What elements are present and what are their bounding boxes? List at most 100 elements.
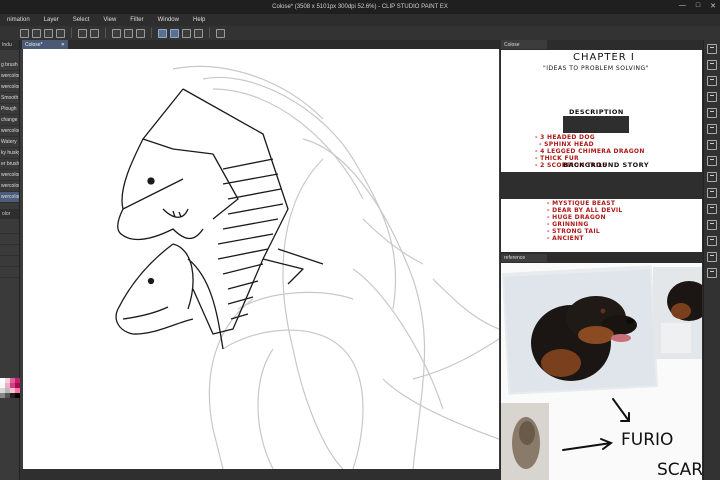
color-swatches (0, 378, 20, 418)
sketch-drawing (115, 65, 499, 469)
chapter-subtitle: "IDEAS TO PROBLEM SOLVING" (543, 65, 649, 72)
save-icon[interactable] (44, 28, 53, 38)
description-item: - 3 HEADED DOG (535, 134, 595, 141)
transform-icon[interactable] (124, 28, 133, 38)
minimize-button[interactable]: — (679, 2, 686, 10)
material-icon[interactable] (707, 108, 717, 118)
animation-icon[interactable] (707, 204, 717, 214)
layer-icon[interactable] (707, 172, 717, 182)
menu-animation[interactable]: nimation (0, 17, 37, 23)
right-icon-strip (703, 40, 720, 480)
menu-view[interactable]: View (96, 17, 123, 23)
maximize-button[interactable]: □ (696, 2, 700, 10)
scar-label: SCAR (657, 460, 702, 480)
new-icon[interactable] (20, 28, 29, 38)
undo-icon[interactable] (78, 28, 87, 38)
slider-row[interactable] (0, 234, 19, 245)
panel-toggle-icon[interactable] (707, 44, 717, 54)
brush-item[interactable]: Watery (0, 137, 19, 148)
eyedropper-icon[interactable] (216, 28, 225, 38)
window-controls: — □ ✕ (679, 2, 716, 10)
dog-sphinx-photo (501, 403, 549, 480)
ruler-icon[interactable] (158, 28, 167, 38)
brush-item[interactable]: er brush (0, 159, 19, 170)
grid-icon[interactable] (194, 28, 203, 38)
brush-item[interactable]: change (0, 115, 19, 126)
redo-icon[interactable] (90, 28, 99, 38)
status-bar (20, 469, 500, 480)
menu-layer[interactable]: Layer (37, 17, 66, 23)
background-item: - HUGE DRAGON (547, 214, 606, 221)
background-item: - STRONG TAIL (547, 228, 600, 235)
background-item: - DEAR BY ALL DEVIL (547, 207, 623, 214)
open-icon[interactable] (32, 28, 41, 38)
reference-board-view[interactable]: FURIO SCAR (501, 263, 702, 480)
dog-photo-main (501, 265, 659, 395)
ruler-snap-icon[interactable] (170, 28, 179, 38)
info-icon[interactable] (707, 252, 717, 262)
brush-item[interactable]: wercolor (0, 170, 19, 181)
search-icon[interactable] (707, 156, 717, 166)
export-icon[interactable] (56, 28, 65, 38)
tab-reference-doc[interactable]: Colose (501, 40, 547, 49)
layer-property-icon[interactable] (707, 76, 717, 86)
item-bank-icon[interactable] (707, 140, 717, 150)
brush-item[interactable]: Smooth (0, 93, 19, 104)
slider-row[interactable] (0, 245, 19, 256)
command-toolbar (0, 26, 720, 40)
brush-item[interactable]: wercolor (0, 181, 19, 192)
tab-label: Colose (504, 41, 520, 48)
color-panel-header: olor (0, 209, 19, 219)
background-item: - MYSTIQUE BEAST (547, 200, 616, 207)
menu-select[interactable]: Select (66, 17, 97, 23)
auto-actions-icon[interactable] (707, 268, 717, 278)
sub-view-icon[interactable] (707, 124, 717, 134)
tab-reference-board[interactable]: reference (501, 254, 547, 262)
brush-item[interactable]: wercolor (0, 126, 19, 137)
dog-photo-side (653, 267, 702, 359)
tab-label: reference (504, 255, 526, 261)
brush-item[interactable]: wercolor (0, 71, 19, 82)
chapter-heading: CHAPTER I (573, 52, 635, 63)
brush-panel-header: Indu (0, 40, 19, 50)
snap-icon[interactable] (136, 28, 145, 38)
slider-row[interactable] (0, 223, 19, 234)
toolbar-divider (209, 28, 210, 38)
menu-help[interactable]: Help (186, 17, 212, 23)
background-note-box (501, 172, 702, 199)
description-heading: DESCRIPTION (569, 108, 624, 116)
brush-item[interactable]: g brush (0, 60, 19, 71)
quick-access-icon[interactable] (707, 236, 717, 246)
toolbar-divider (105, 28, 106, 38)
reference-images: FURIO SCAR (501, 265, 702, 480)
description-item: - SPHINX HEAD (539, 141, 594, 148)
navigator-icon[interactable] (707, 60, 717, 70)
reference-document-view[interactable]: CHAPTER I "IDEAS TO PROBLEM SOLVING" DES… (501, 50, 702, 252)
color-set-icon[interactable] (707, 220, 717, 230)
menu-bar: nimation Layer Select View Filter Window… (0, 14, 720, 26)
close-icon[interactable]: ✕ (61, 42, 65, 48)
perspective-icon[interactable] (182, 28, 191, 38)
brush-item[interactable]: Plough (0, 104, 19, 115)
toolbar-divider (151, 28, 152, 38)
menu-window[interactable]: Window (151, 17, 186, 23)
slider-row[interactable] (0, 256, 19, 267)
tab-colose[interactable]: Colose* ✕ (22, 40, 68, 49)
background-heading: BACKGROUND STORY (563, 161, 650, 169)
tab-label: Colose* (25, 41, 43, 48)
drawing-canvas[interactable] (23, 49, 499, 469)
brush-item[interactable]: wercolor (0, 82, 19, 93)
brush-item-selected[interactable]: wercolor (0, 192, 19, 203)
close-button[interactable]: ✕ (710, 2, 716, 10)
brush-item[interactable]: ky husky (0, 148, 19, 159)
settings-icon[interactable] (707, 188, 717, 198)
history-icon[interactable] (707, 92, 717, 102)
toolbar-divider (71, 28, 72, 38)
slider-row[interactable] (0, 267, 19, 278)
title-bar: Colose* (3508 x 5101px 300dpi 52.6%) - C… (0, 0, 720, 14)
description-item: - 4 LEGGED CHIMERA DRAGON (535, 148, 645, 155)
background-item: - GRINNING (547, 221, 589, 228)
menu-filter[interactable]: Filter (123, 17, 150, 23)
description-note-box (563, 116, 629, 133)
clear-icon[interactable] (112, 28, 121, 38)
